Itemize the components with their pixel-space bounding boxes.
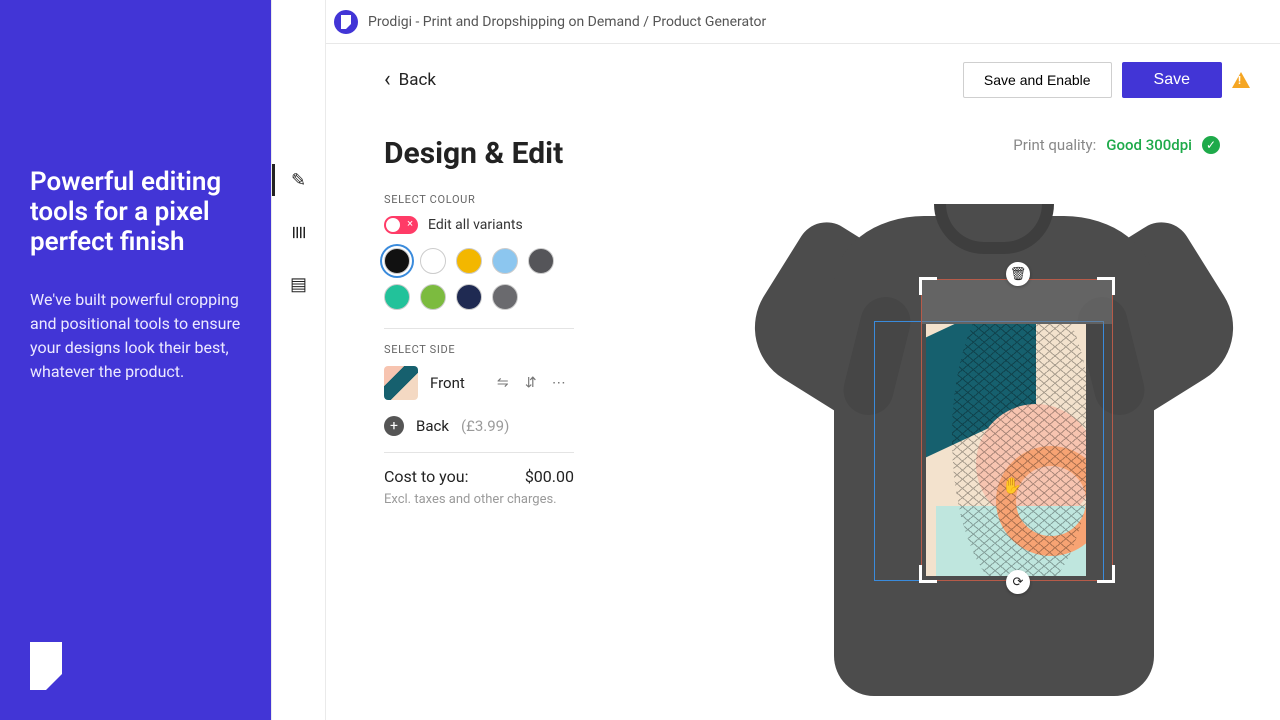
select-colour-label: SELECT COLOUR — [384, 193, 664, 206]
crop-handle-tl[interactable] — [919, 277, 937, 295]
colour-swatch[interactable] — [420, 284, 446, 310]
preview-area: Print quality: Good 300dpi ✓ — [704, 136, 1250, 720]
crop-frame[interactable] — [922, 280, 1112, 580]
cost-label: Cost to you: — [384, 467, 468, 486]
colour-swatch[interactable] — [456, 284, 482, 310]
colour-swatch[interactable] — [384, 284, 410, 310]
crop-handle-bl[interactable] — [919, 565, 937, 583]
print-quality-label: Print quality: — [1013, 136, 1096, 154]
cost-note: Excl. taxes and other charges. — [384, 492, 664, 507]
flip-horizontal-icon[interactable]: ⇋ — [495, 375, 511, 391]
app-title: Prodigi - Print and Dropshipping on Dema… — [368, 14, 766, 30]
chevron-left-icon — [384, 69, 391, 91]
product-canvas[interactable]: 🗑 ⟳ ✋ — [744, 176, 1244, 720]
promo-sidebar: Powerful editing tools for a pixel perfe… — [0, 0, 272, 720]
tool-rail — [272, 0, 326, 720]
add-back-icon[interactable]: + — [384, 416, 404, 436]
side-back-row[interactable]: + Back (£3.99) — [384, 416, 664, 436]
adjust-tool-icon[interactable] — [289, 222, 309, 242]
back-label: Back — [399, 70, 436, 90]
colour-swatch[interactable] — [492, 248, 518, 274]
colour-swatch[interactable] — [456, 248, 482, 274]
app-titlebar: Prodigi - Print and Dropshipping on Dema… — [326, 0, 1280, 44]
promo-body: We've built powerful cropping and positi… — [30, 288, 242, 384]
divider — [384, 328, 574, 329]
crop-handle-br[interactable] — [1097, 565, 1115, 583]
crop-handle-tr[interactable] — [1097, 277, 1115, 295]
colour-swatches — [384, 248, 584, 310]
colour-swatch[interactable] — [492, 284, 518, 310]
more-icon[interactable]: ⋯ — [551, 375, 567, 391]
colour-swatch[interactable] — [384, 248, 410, 274]
edit-all-variants-label: Edit all variants — [428, 217, 523, 233]
select-side-label: SELECT SIDE — [384, 343, 664, 356]
front-thumbnail-icon — [384, 366, 418, 400]
divider — [384, 452, 574, 453]
side-front-label: Front — [430, 374, 465, 392]
colour-swatch[interactable] — [528, 248, 554, 274]
delete-artwork-button[interactable]: 🗑 — [1006, 262, 1030, 286]
colour-swatch[interactable] — [420, 248, 446, 274]
cost-value: $00.00 — [525, 467, 574, 486]
side-back-label: Back — [416, 417, 449, 435]
panel-title: Design & Edit — [384, 136, 664, 171]
list-tool-icon[interactable] — [289, 274, 309, 294]
side-front-row[interactable]: Front ⇋ ⇵ ⋯ — [384, 366, 664, 400]
edit-panel: Design & Edit SELECT COLOUR × Edit all v… — [384, 136, 664, 720]
side-back-price: (£3.99) — [461, 417, 509, 435]
flip-vertical-icon[interactable]: ⇵ — [523, 375, 539, 391]
back-button[interactable]: Back — [384, 69, 436, 91]
save-and-enable-button[interactable]: Save and Enable — [963, 62, 1112, 98]
save-button[interactable]: Save — [1122, 62, 1222, 98]
edit-tool-icon[interactable] — [289, 170, 309, 190]
topbar: Back Save and Enable Save — [326, 44, 1280, 116]
rotate-artwork-button[interactable]: ⟳ — [1006, 570, 1030, 594]
check-icon: ✓ — [1202, 136, 1220, 154]
app-badge-icon — [334, 10, 358, 34]
promo-title: Powerful editing tools for a pixel perfe… — [30, 168, 242, 258]
print-quality-value: Good 300dpi — [1106, 136, 1192, 154]
warning-icon[interactable] — [1232, 72, 1250, 88]
prodigi-logo-icon — [30, 642, 62, 690]
edit-all-variants-toggle[interactable]: × — [384, 216, 418, 234]
